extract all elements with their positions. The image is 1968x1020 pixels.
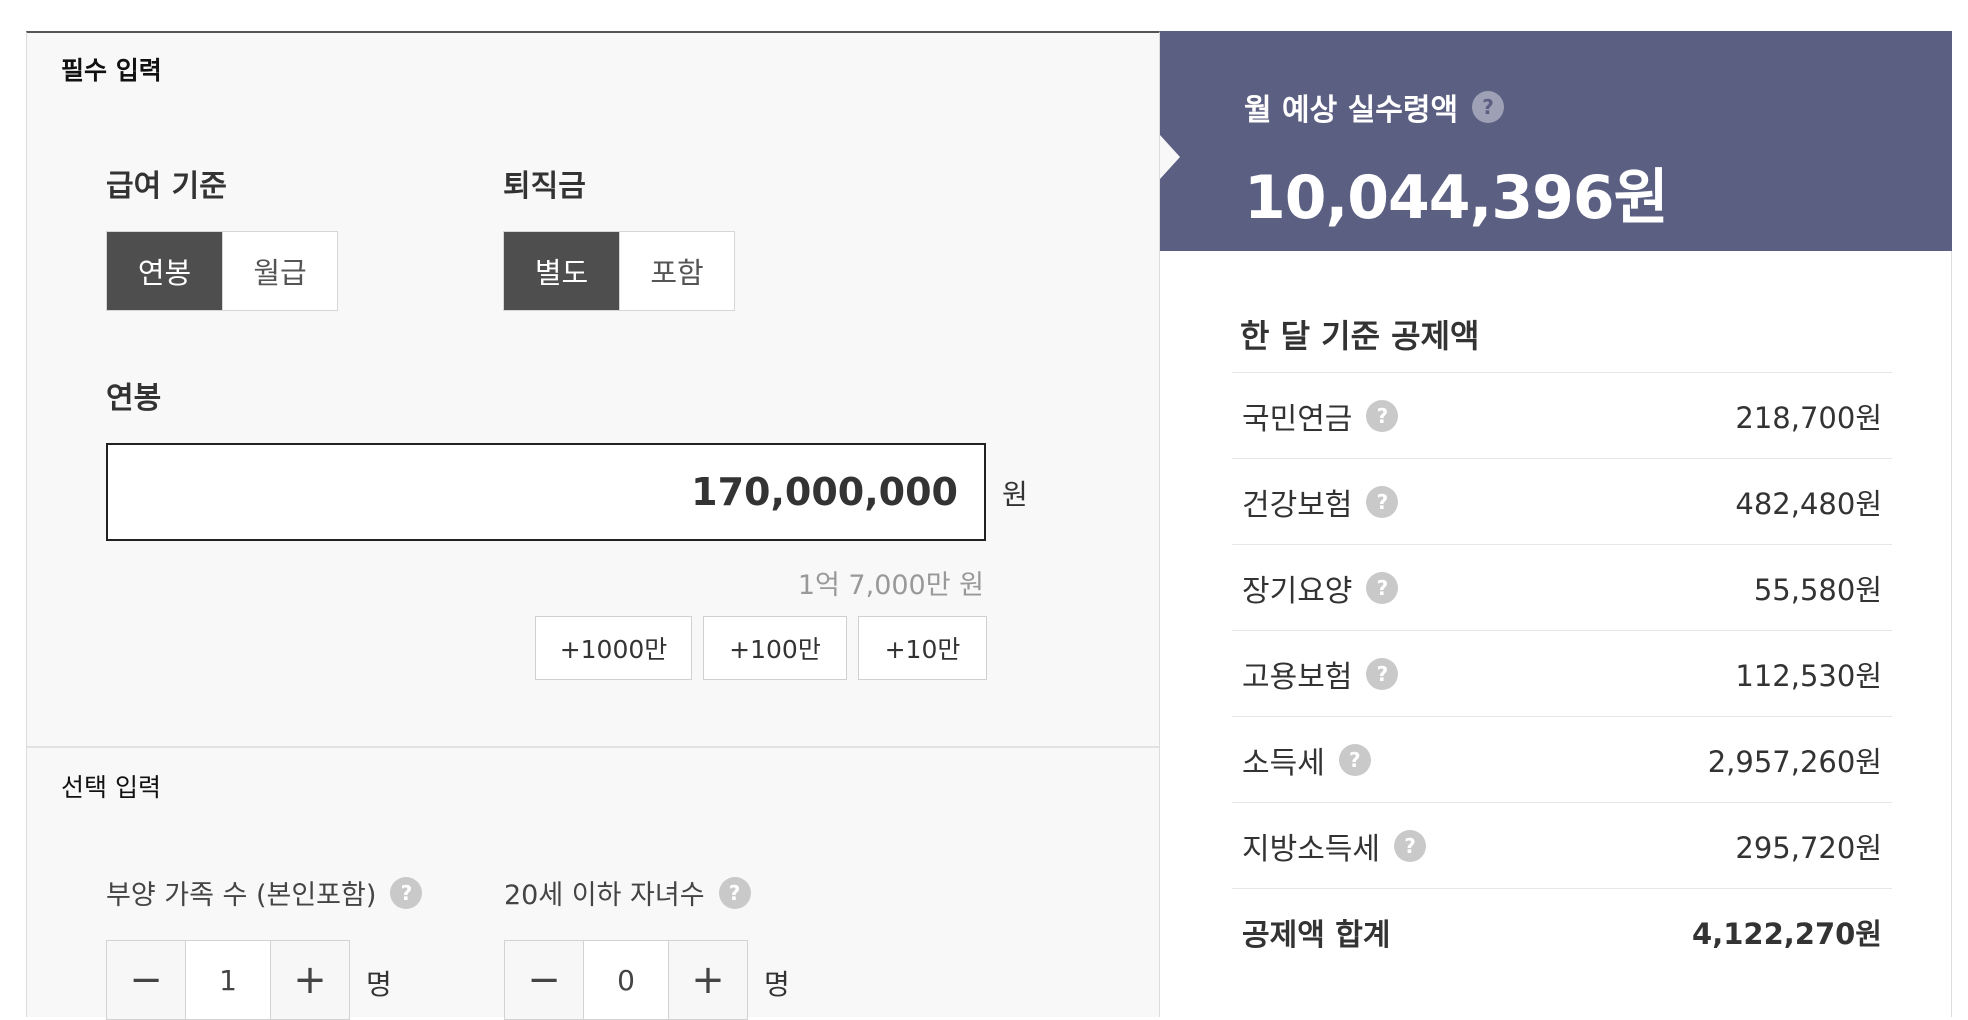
severance-toggle: 별도 포함 (503, 231, 735, 311)
long-term-care-help-icon[interactable]: ? (1366, 571, 1399, 604)
severance-label: 퇴직금 (503, 169, 586, 204)
deduction-name: 건강보험? (1242, 480, 1399, 524)
children-help-icon[interactable]: ? (718, 876, 751, 909)
deductions-list: 국민연금? 218,700원 건강보험? 482,480원 장기요양? 55,5… (1232, 372, 1892, 974)
dependents-unit: 명 (366, 968, 392, 1001)
dependents-stepper: − 1 + (106, 940, 350, 1020)
dependents-label: 부양 가족 수 (본인포함) ? (106, 873, 423, 912)
add-100k-button[interactable]: +10만 (858, 616, 987, 680)
deduction-value: 55,580원 (1753, 572, 1882, 607)
deduction-name-text: 고용보험 (1242, 659, 1353, 695)
children-minus-button[interactable]: − (505, 941, 583, 1019)
pay-basis-label: 급여 기준 (106, 169, 227, 204)
result-panel: 월 예상 실수령액 ? 10,044,396원 한 달 기준 공제액 국민연금?… (1160, 31, 1952, 1017)
deduction-name-text: 국민연금 (1242, 401, 1353, 437)
input-panel: 필수 입력 급여 기준 연봉 월급 퇴직금 별도 포함 연봉 원 1억 7,00… (26, 31, 1160, 1020)
net-pay-value: 10,044,396원 (1244, 163, 1669, 233)
salary-unit: 원 (1002, 478, 1028, 511)
net-pay-label: 월 예상 실수령액 ? (1244, 85, 1505, 129)
salary-korean-amount: 1억 7,000만 원 (797, 570, 984, 601)
children-label: 20세 이하 자녀수 ? (504, 873, 751, 912)
local-income-tax-help-icon[interactable]: ? (1394, 829, 1426, 862)
deduction-name-text: 소득세 (1242, 745, 1325, 781)
deduction-name: 소득세? (1242, 738, 1371, 782)
national-pension-help-icon[interactable]: ? (1366, 399, 1399, 432)
salary-input[interactable] (106, 443, 986, 541)
deduction-row-total: 공제액 합계 4,122,270원 (1232, 888, 1892, 974)
deduction-name-text: 장기요양 (1242, 573, 1353, 609)
income-tax-help-icon[interactable]: ? (1338, 743, 1371, 776)
dependents-help-icon[interactable]: ? (390, 876, 423, 909)
deduction-row-employment-insurance: 고용보험? 112,530원 (1232, 630, 1892, 716)
net-pay-header: 월 예상 실수령액 ? 10,044,396원 (1160, 31, 1952, 251)
dependents-value[interactable]: 1 (185, 941, 271, 1019)
dependents-plus-button[interactable]: + (271, 941, 349, 1019)
employment-insurance-help-icon[interactable]: ? (1366, 657, 1399, 690)
deduction-name-text: 지방소득세 (1242, 831, 1380, 867)
salary-label: 연봉 (106, 381, 162, 416)
children-label-text: 20세 이하 자녀수 (504, 880, 705, 911)
deduction-value: 482,480원 (1735, 486, 1882, 521)
salary-calculator: 필수 입력 급여 기준 연봉 월급 퇴직금 별도 포함 연봉 원 1억 7,00… (0, 0, 1968, 1020)
dependents-label-text: 부양 가족 수 (본인포함) (106, 880, 377, 911)
deduction-row-long-term-care: 장기요양? 55,580원 (1232, 544, 1892, 630)
deduction-name: 국민연금? (1242, 394, 1399, 438)
deduction-name-text: 건강보험 (1242, 487, 1353, 523)
required-section-title: 필수 입력 (61, 56, 162, 85)
net-pay-label-text: 월 예상 실수령액 (1244, 93, 1459, 128)
pay-basis-monthly-button[interactable]: 월급 (222, 232, 337, 310)
deductions-title: 한 달 기준 공제액 (1240, 317, 1480, 355)
optional-section-title: 선택 입력 (61, 773, 161, 802)
severance-included-button[interactable]: 포함 (619, 232, 734, 310)
deduction-total-value: 4,122,270원 (1692, 916, 1882, 951)
deduction-row-national-pension: 국민연금? 218,700원 (1232, 372, 1892, 458)
pay-basis-toggle: 연봉 월급 (106, 231, 338, 311)
children-value[interactable]: 0 (583, 941, 669, 1019)
deduction-total-name: 공제액 합계 (1242, 917, 1391, 953)
section-divider (27, 746, 1159, 748)
deduction-name: 고용보험? (1242, 652, 1399, 696)
health-insurance-help-icon[interactable]: ? (1366, 485, 1399, 518)
deduction-value: 112,530원 (1735, 658, 1882, 693)
children-stepper: − 0 + (504, 940, 748, 1020)
dependents-minus-button[interactable]: − (107, 941, 185, 1019)
deduction-value: 218,700원 (1735, 400, 1882, 435)
deduction-row-local-income-tax: 지방소득세? 295,720원 (1232, 802, 1892, 888)
deduction-value: 2,957,260원 (1707, 744, 1882, 779)
header-pointer (1160, 135, 1180, 179)
add-1m-button[interactable]: +100만 (703, 616, 847, 680)
deduction-row-health-insurance: 건강보험? 482,480원 (1232, 458, 1892, 544)
deduction-row-income-tax: 소득세? 2,957,260원 (1232, 716, 1892, 802)
children-plus-button[interactable]: + (669, 941, 747, 1019)
severance-separate-button[interactable]: 별도 (504, 232, 619, 310)
children-unit: 명 (764, 968, 790, 1001)
net-pay-help-icon[interactable]: ? (1472, 91, 1505, 123)
deduction-name: 지방소득세? (1242, 824, 1426, 868)
deduction-value: 295,720원 (1735, 830, 1882, 865)
add-10m-button[interactable]: +1000만 (535, 616, 692, 680)
deduction-name: 장기요양? (1242, 566, 1399, 610)
pay-basis-annual-button[interactable]: 연봉 (107, 232, 222, 310)
